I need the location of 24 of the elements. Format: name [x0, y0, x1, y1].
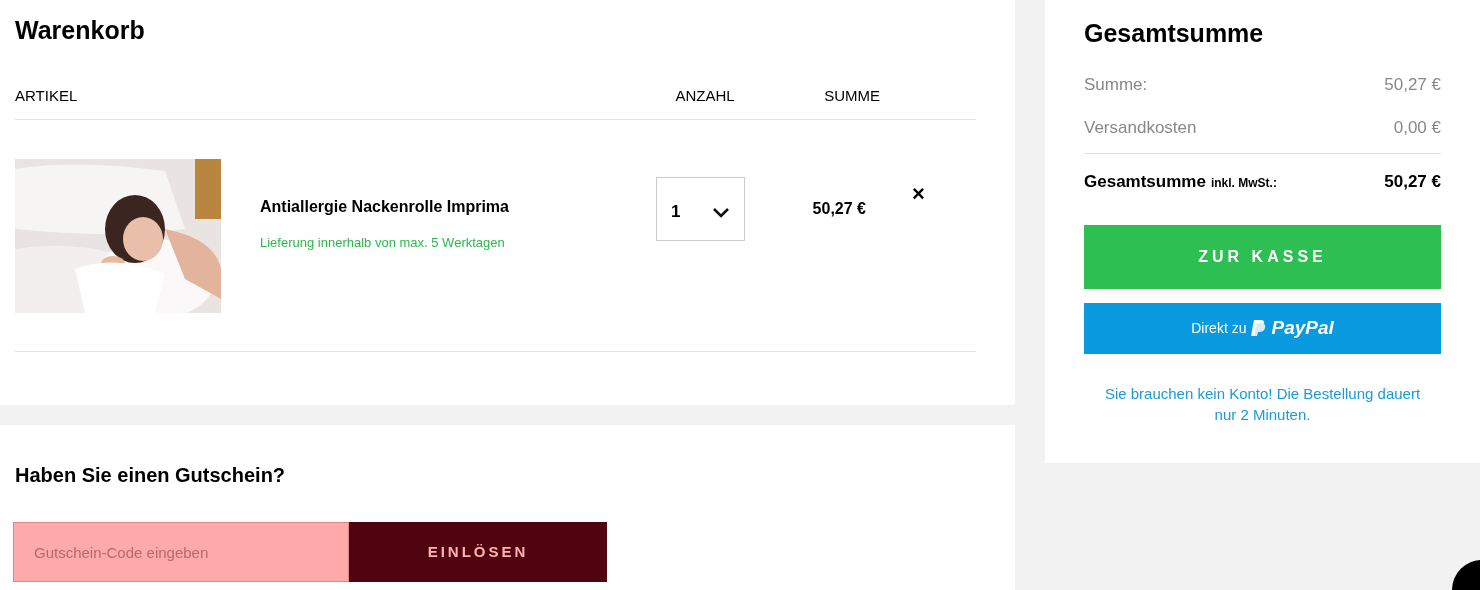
summary-label: Versandkosten: [1084, 116, 1197, 139]
column-header: ANZAHL: [674, 86, 736, 107]
coupon-code-field[interactable]: Gutschein-Code eingeben: [13, 522, 349, 582]
summary-value: 0,00 €: [1393, 116, 1441, 139]
redeem-button[interactable]: EINLÖSEN: [349, 522, 607, 582]
tax-note: inkl. MwSt.:: [1210, 175, 1277, 192]
column-header: SUMME: [823, 86, 880, 107]
quantity-select[interactable]: 1: [656, 177, 745, 241]
delivery-note: Lieferung innerhalb von max. 5 Werktagen: [260, 234, 506, 252]
coupon-heading: Haben Sie einen Gutschein?: [15, 463, 287, 488]
paypal-icon: [1251, 319, 1267, 337]
remove-button[interactable]: ×: [912, 183, 925, 205]
summary-value: 50,27 €: [1384, 74, 1441, 96]
total-value: 50,27 €: [1384, 171, 1441, 193]
info-text: Sie brauchen kein Konto! Die Bestellung dauert nur 2 Minuten.: [1103, 383, 1422, 425]
product-name[interactable]: Antiallergie Nackenrolle Imprima: [260, 195, 656, 219]
summary-label: Summe:: [1084, 74, 1148, 96]
total-label: Gesamtsumme: [1084, 171, 1206, 193]
page-title: Warenkorb: [15, 15, 146, 46]
paypal-logo: PayPal: [1271, 315, 1334, 340]
line-total: 50,27 €: [811, 199, 866, 219]
summary-title: Gesamtsumme: [1084, 18, 1265, 49]
column-header: ARTIKEL: [15, 86, 79, 107]
chevron-down-icon: [712, 206, 730, 218]
